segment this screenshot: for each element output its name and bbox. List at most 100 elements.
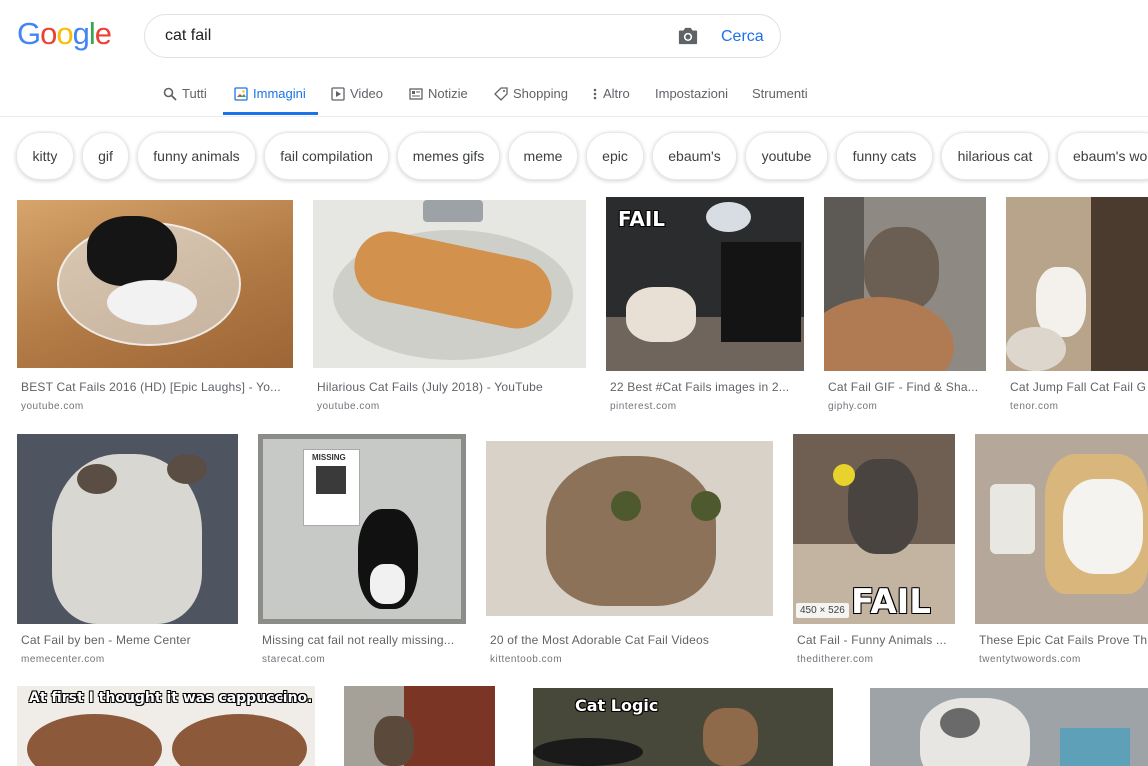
result-title[interactable]: Missing cat fail not really missing... xyxy=(262,633,466,647)
result-tile[interactable]: Cat Jump Fall Cat Fail G tenor.com xyxy=(1006,197,1148,420)
result-thumbnail[interactable]: FAIL xyxy=(606,197,804,371)
meme-caption: At first I thought it was cappuccino. xyxy=(29,690,313,706)
cat-shape xyxy=(546,456,716,606)
result-title[interactable]: 20 of the Most Adorable Cat Fail Videos xyxy=(490,633,770,647)
search-input[interactable]: cat fail xyxy=(165,27,211,45)
hair-shape xyxy=(824,297,954,371)
chip-youtube[interactable]: youtube xyxy=(745,132,828,180)
result-tile[interactable]: FAIL 450 × 526 Cat Fail - Funny Animals … xyxy=(793,434,955,670)
result-domain: youtube.com xyxy=(317,401,380,412)
poster-title: MISSING xyxy=(312,453,346,462)
result-domain: pinterest.com xyxy=(610,401,677,412)
chip-meme[interactable]: meme xyxy=(508,132,578,180)
mouse-shape xyxy=(77,464,117,494)
result-tile[interactable]: BEST Cat Fails 2016 (HD) [Epic Laughs] -… xyxy=(17,200,293,420)
result-thumbnail[interactable] xyxy=(313,200,586,368)
search-box[interactable]: cat fail Cerca xyxy=(144,14,781,58)
cat-shape xyxy=(1036,267,1086,337)
chip-hilarious-cat[interactable]: hilarious cat xyxy=(941,132,1049,180)
cat-shape xyxy=(107,280,197,325)
tab-more[interactable]: Altro xyxy=(592,86,630,101)
chip-epic[interactable]: epic xyxy=(586,132,644,180)
cat-eye xyxy=(691,491,721,521)
result-tile[interactable]: These Epic Cat Fails Prove Th twentytwow… xyxy=(975,434,1148,670)
result-tile[interactable]: Cat Fail GIF - Find & Sha... giphy.com xyxy=(824,197,986,420)
result-thumbnail[interactable] xyxy=(1006,197,1148,371)
result-thumbnail[interactable] xyxy=(975,434,1148,624)
image-icon xyxy=(234,86,248,101)
meme-caption: FAIL xyxy=(851,582,931,622)
result-title[interactable]: 22 Best #Cat Fails images in 2... xyxy=(610,380,802,394)
google-logo[interactable]: Google xyxy=(17,16,112,52)
chip-funny-cats[interactable]: funny cats xyxy=(836,132,933,180)
cat-shape xyxy=(626,287,696,342)
result-thumbnail[interactable] xyxy=(17,434,238,624)
chip-ebaums-world[interactable]: ebaum's wo xyxy=(1057,132,1148,180)
tab-all[interactable]: Tutti xyxy=(163,86,207,101)
result-domain: starecat.com xyxy=(262,654,326,665)
cup-shape xyxy=(27,714,162,766)
result-title[interactable]: These Epic Cat Fails Prove Th xyxy=(979,633,1148,647)
chip-ebaums[interactable]: ebaum's xyxy=(652,132,737,180)
result-title[interactable]: Cat Fail by ben - Meme Center xyxy=(21,633,236,647)
result-tile[interactable]: FAIL 22 Best #Cat Fails images in 2... p… xyxy=(606,197,804,420)
result-tile[interactable]: Cat Fail by ben - Meme Center memecenter… xyxy=(17,434,238,670)
cat-shape xyxy=(374,716,414,766)
result-tile[interactable]: 20 of the Most Adorable Cat Fail Videos … xyxy=(486,441,773,670)
result-thumbnail[interactable]: At first I thought it was cappuccino. xyxy=(17,686,315,766)
tab-label: Notizie xyxy=(428,86,468,101)
meme-caption: Cat Logic xyxy=(575,696,659,715)
result-title[interactable]: Cat Jump Fall Cat Fail G xyxy=(1010,380,1148,394)
result-tile[interactable] xyxy=(870,688,1148,766)
chip-kitty[interactable]: kitty xyxy=(16,132,74,180)
result-tile[interactable]: Hilarious Cat Fails (July 2018) - YouTub… xyxy=(313,200,586,420)
tab-news[interactable]: Notizie xyxy=(409,86,468,101)
result-title[interactable]: BEST Cat Fails 2016 (HD) [Epic Laughs] -… xyxy=(21,380,291,394)
result-tile[interactable]: At first I thought it was cappuccino. xyxy=(17,686,315,766)
result-domain: kittentoob.com xyxy=(490,654,563,665)
tag-icon xyxy=(494,86,508,101)
result-tile[interactable]: MISSING Missing cat fail not really miss… xyxy=(258,434,466,670)
faucet-shape xyxy=(423,200,483,222)
chip-gif[interactable]: gif xyxy=(82,132,129,180)
result-title[interactable]: Cat Fail - Funny Animals ... xyxy=(797,633,953,647)
cup-shape xyxy=(172,714,307,766)
result-thumbnail[interactable] xyxy=(344,686,495,766)
poster-photo xyxy=(316,466,346,494)
result-tile[interactable]: Cat Logic xyxy=(533,688,833,766)
blanket-shape xyxy=(1060,728,1130,766)
tab-label: Shopping xyxy=(513,86,568,101)
camera-icon[interactable] xyxy=(677,26,699,46)
tab-shopping[interactable]: Shopping xyxy=(494,86,568,101)
result-thumbnail[interactable]: MISSING xyxy=(258,434,466,624)
active-tab-indicator xyxy=(223,112,318,115)
cat-shape xyxy=(1063,479,1143,574)
result-thumbnail[interactable] xyxy=(17,200,293,368)
result-domain: twentytwowords.com xyxy=(979,654,1081,665)
result-thumbnail[interactable] xyxy=(486,441,773,616)
chip-funny-animals[interactable]: funny animals xyxy=(137,132,256,180)
result-thumbnail[interactable] xyxy=(870,688,1148,766)
video-icon xyxy=(331,86,345,101)
chip-fail-compilation[interactable]: fail compilation xyxy=(264,132,389,180)
result-domain: theditherer.com xyxy=(797,654,874,665)
tab-tools[interactable]: Strumenti xyxy=(752,86,808,101)
result-title[interactable]: Cat Fail GIF - Find & Sha... xyxy=(828,380,984,394)
result-title[interactable]: Hilarious Cat Fails (July 2018) - YouTub… xyxy=(317,380,582,394)
more-vert-icon xyxy=(593,88,597,99)
tab-label: Video xyxy=(350,86,384,101)
cat-shape xyxy=(370,564,405,604)
search-button[interactable]: Cerca xyxy=(721,28,764,46)
result-thumbnail[interactable] xyxy=(824,197,986,371)
result-tile[interactable] xyxy=(344,686,495,766)
chip-memes-gifs[interactable]: memes gifs xyxy=(397,132,500,180)
tab-images[interactable]: Immagini xyxy=(234,86,306,101)
tab-video[interactable]: Video xyxy=(331,86,383,101)
tab-label: Altro xyxy=(603,86,630,101)
cat-shape xyxy=(848,459,918,554)
tab-label: Immagini xyxy=(253,86,306,101)
tab-settings[interactable]: Impostazioni xyxy=(655,86,728,101)
result-thumbnail[interactable]: Cat Logic xyxy=(533,688,833,766)
result-domain: memecenter.com xyxy=(21,654,105,665)
result-thumbnail[interactable]: FAIL 450 × 526 xyxy=(793,434,955,624)
